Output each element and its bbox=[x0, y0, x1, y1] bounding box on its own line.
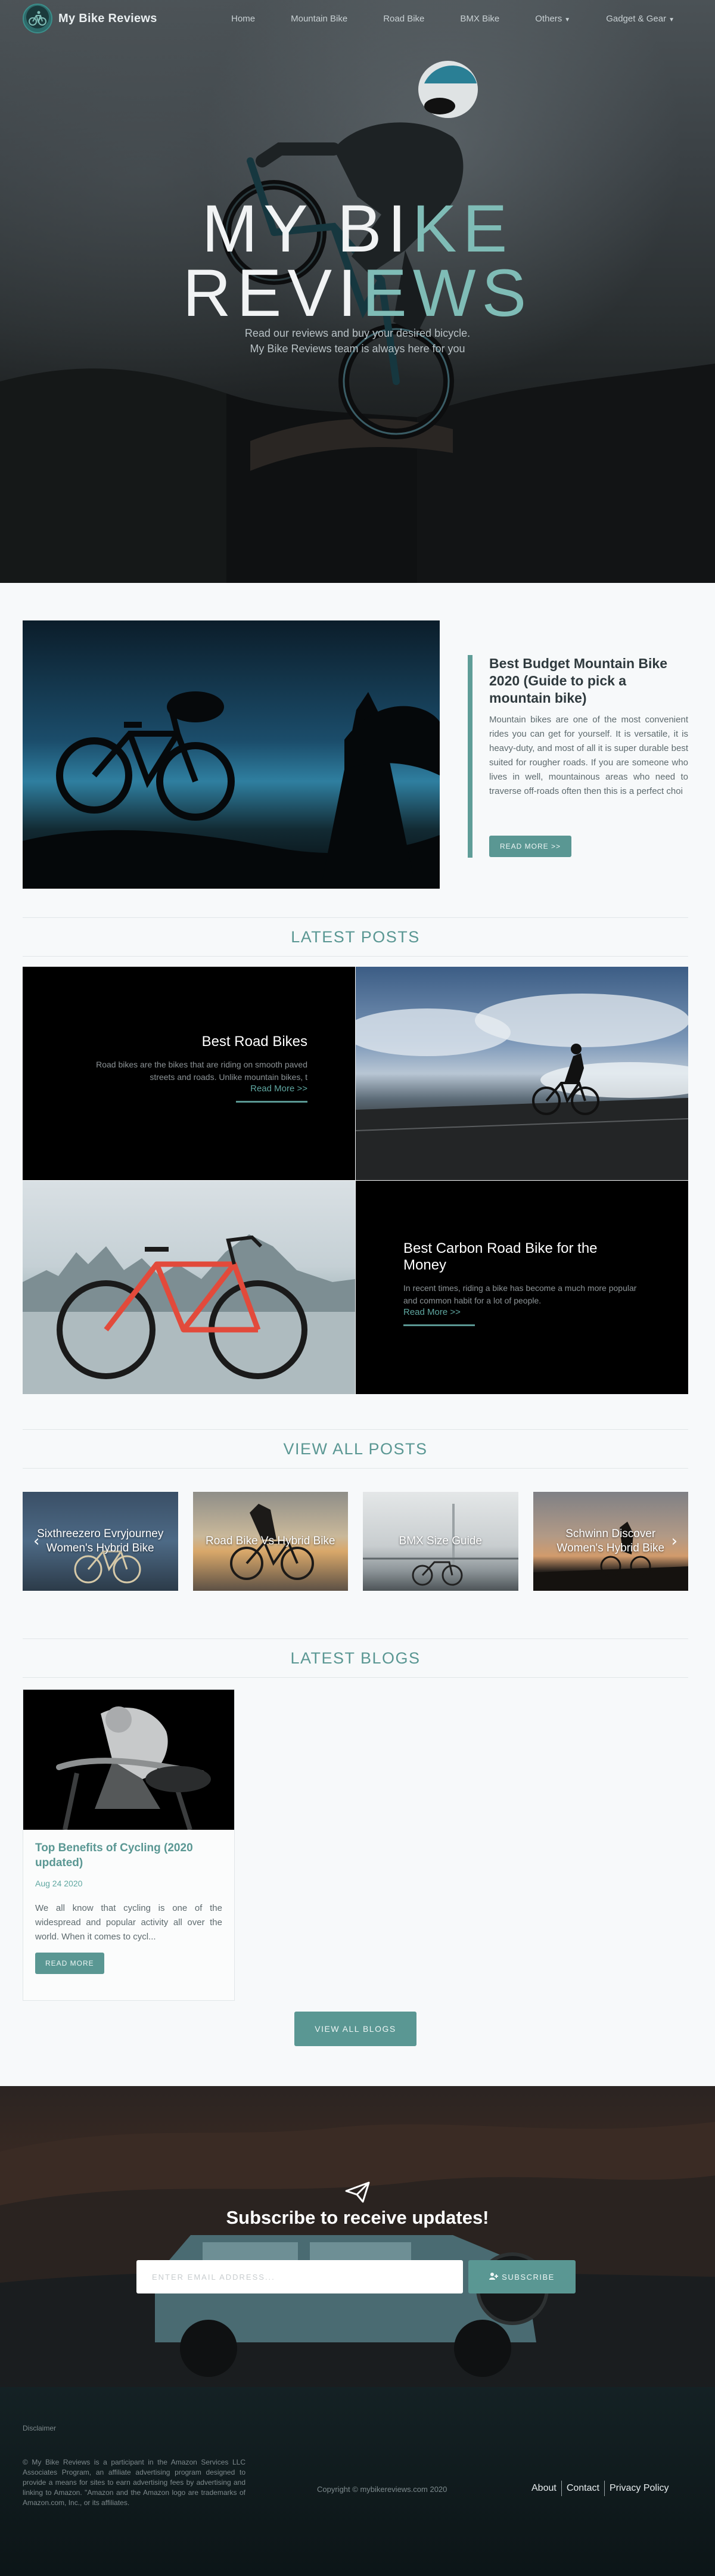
disclaimer-text: © My Bike Reviews is a participant in th… bbox=[23, 2458, 245, 2507]
nav-links: Home Mountain Bike Road Bike BMX Bike Ot… bbox=[213, 14, 692, 24]
featured-read-more-button[interactable]: READ MORE >> bbox=[489, 836, 572, 857]
copyright-text: Copyright © mybikereviews.com 2020 bbox=[317, 2485, 447, 2494]
view-all-blogs-button[interactable]: VIEW ALL BLOGS bbox=[294, 2012, 416, 2046]
bike-silhouette-image bbox=[23, 691, 440, 889]
hero-title: MY BIKE REVIEWS bbox=[0, 195, 715, 327]
nav-dropdown-gadget-gear-label: Gadget & Gear bbox=[606, 13, 667, 24]
top-navbar: My Bike Reviews Home Mountain Bike Road … bbox=[0, 0, 715, 37]
latest-blogs-heading: LATEST BLOGS bbox=[23, 1638, 688, 1678]
featured-post-excerpt: Mountain bikes are one of the most conve… bbox=[489, 715, 688, 796]
featured-post-text: Best Budget Mountain Bike 2020 (Guide to… bbox=[468, 655, 688, 858]
post-card-text: Best Road Bikes Road bikes are the bikes… bbox=[69, 1033, 307, 1103]
hero-title-line2-accent: EWS bbox=[362, 256, 533, 330]
post-card-text: Best Carbon Road Bike for the Money In r… bbox=[403, 1240, 642, 1326]
hero-title-line1-accent: KE bbox=[412, 191, 514, 266]
footer: Disclaimer © My Bike Reviews is a partic… bbox=[0, 2387, 715, 2576]
latest-posts-heading-text: LATEST POSTS bbox=[291, 927, 420, 946]
subscribe-button[interactable]: SUBSCRIBE bbox=[468, 2260, 576, 2293]
post-card-best-road-bikes[interactable]: Best Road Bikes Road bikes are the bikes… bbox=[23, 967, 355, 1180]
post-excerpt: Road bikes are the bikes that are riding… bbox=[96, 1060, 307, 1082]
blog-card-body: Top Benefits of Cycling (2020 updated) A… bbox=[23, 1830, 234, 1985]
hero-title-line1: MY BI bbox=[201, 191, 412, 266]
blog-title[interactable]: Top Benefits of Cycling (2020 updated) bbox=[35, 1841, 222, 1870]
nav-dropdown-others[interactable]: Others ▼ bbox=[517, 14, 588, 24]
hero-subtitle-line1: Read our reviews and buy your desired bi… bbox=[244, 327, 471, 339]
nav-link-bmx-bike[interactable]: BMX Bike bbox=[442, 14, 517, 24]
carousel-item-title: Schwinn Discover Women's Hybrid Bike bbox=[557, 1528, 665, 1554]
hero-title-line2: REVI bbox=[182, 256, 363, 330]
blog-card-image[interactable] bbox=[23, 1690, 234, 1830]
post-title[interactable]: Best Carbon Road Bike for the Money bbox=[403, 1240, 642, 1274]
carousel-item-title: Sixthreezero Evryjourney Women's Hybrid … bbox=[37, 1528, 164, 1554]
caret-down-icon: ▼ bbox=[564, 16, 571, 23]
blog-excerpt: We all know that cycling is one of the w… bbox=[35, 1903, 222, 1942]
post-image-carbon-road-bike[interactable] bbox=[23, 1181, 355, 1394]
carousel-item[interactable]: BMX Size Guide bbox=[363, 1492, 518, 1591]
carousel-item[interactable]: › Schwinn Discover Women's Hybrid Bike bbox=[533, 1492, 688, 1591]
subscribe-title: Subscribe to receive updates! bbox=[226, 2207, 489, 2228]
carousel-item-title: Road Bike Vs Hybrid Bike bbox=[205, 1535, 335, 1547]
footer-link-about[interactable]: About bbox=[527, 2481, 562, 2496]
latest-posts-grid: Best Road Bikes Road bikes are the bikes… bbox=[23, 967, 688, 1394]
read-more-link[interactable]: Read More >> bbox=[403, 1307, 642, 1317]
jeep-mountains-background bbox=[0, 2122, 715, 2387]
user-plus-icon bbox=[489, 2272, 499, 2282]
featured-post: Best Budget Mountain Bike 2020 (Guide to… bbox=[23, 620, 688, 890]
accent-underline bbox=[236, 1101, 307, 1103]
road-cyclist-image bbox=[356, 994, 688, 1180]
brand-name: My Bike Reviews bbox=[58, 11, 157, 25]
red-road-bike-image bbox=[23, 1234, 355, 1394]
caret-down-icon: ▼ bbox=[669, 16, 674, 23]
accent-underline bbox=[403, 1324, 475, 1326]
hero-subtitle: Read our reviews and buy your desired bi… bbox=[0, 325, 715, 356]
nav-dropdown-gadget-gear[interactable]: Gadget & Gear ▼ bbox=[588, 14, 692, 24]
featured-post-image[interactable] bbox=[23, 620, 440, 889]
nav-link-mountain-bike[interactable]: Mountain Bike bbox=[273, 14, 365, 24]
footer-links: About Contact Privacy Policy bbox=[527, 2481, 674, 2496]
subscribe-section: Subscribe to receive updates! SUBSCRIBE bbox=[0, 2086, 715, 2387]
latest-posts-heading: LATEST POSTS bbox=[23, 917, 688, 957]
nav-link-road-bike[interactable]: Road Bike bbox=[365, 14, 442, 24]
view-all-posts-heading: VIEW ALL POSTS bbox=[23, 1429, 688, 1469]
posts-carousel: ‹ Sixthreezero Evryjourney Women's Hybri… bbox=[23, 1492, 688, 1591]
hero-subtitle-line2: My Bike Reviews team is always here for … bbox=[250, 343, 465, 355]
carousel-item-title: BMX Size Guide bbox=[399, 1535, 482, 1547]
paper-plane-icon bbox=[345, 2181, 370, 2205]
featured-post-title[interactable]: Best Budget Mountain Bike 2020 (Guide to… bbox=[489, 655, 688, 707]
hero-banner: MY BIKE REVIEWS Read our reviews and buy… bbox=[0, 0, 715, 583]
blog-read-more-button[interactable]: READ MORE bbox=[35, 1953, 104, 1974]
nav-dropdown-others-label: Others bbox=[535, 13, 562, 24]
post-card-carbon-road-bike[interactable]: Best Carbon Road Bike for the Money In r… bbox=[356, 1181, 688, 1394]
indoor-cyclist-image bbox=[56, 1706, 211, 1830]
disclaimer-title: Disclaimer bbox=[23, 2424, 57, 2432]
post-image-road-cyclist[interactable] bbox=[356, 967, 688, 1180]
blog-date: Aug 24 2020 bbox=[35, 1879, 83, 1888]
post-excerpt: In recent times, riding a bike has becom… bbox=[403, 1283, 637, 1305]
blog-card: Top Benefits of Cycling (2020 updated) A… bbox=[23, 1689, 235, 2001]
view-all-posts-heading-text: VIEW ALL POSTS bbox=[283, 1439, 428, 1458]
bike-logo-icon bbox=[23, 4, 52, 33]
carousel-item[interactable]: Road Bike Vs Hybrid Bike bbox=[192, 1492, 348, 1591]
subscribe-button-label: SUBSCRIBE bbox=[502, 2272, 555, 2282]
nav-link-home[interactable]: Home bbox=[213, 14, 273, 24]
brand[interactable]: My Bike Reviews bbox=[23, 4, 157, 33]
footer-link-contact[interactable]: Contact bbox=[562, 2481, 605, 2496]
read-more-link[interactable]: Read More >> bbox=[69, 1084, 307, 1094]
footer-link-privacy-policy[interactable]: Privacy Policy bbox=[605, 2481, 674, 2496]
email-input[interactable] bbox=[136, 2260, 463, 2293]
carousel-item[interactable]: ‹ Sixthreezero Evryjourney Women's Hybri… bbox=[23, 1492, 178, 1591]
latest-blogs-heading-text: LATEST BLOGS bbox=[290, 1649, 421, 1667]
post-title[interactable]: Best Road Bikes bbox=[69, 1033, 307, 1050]
